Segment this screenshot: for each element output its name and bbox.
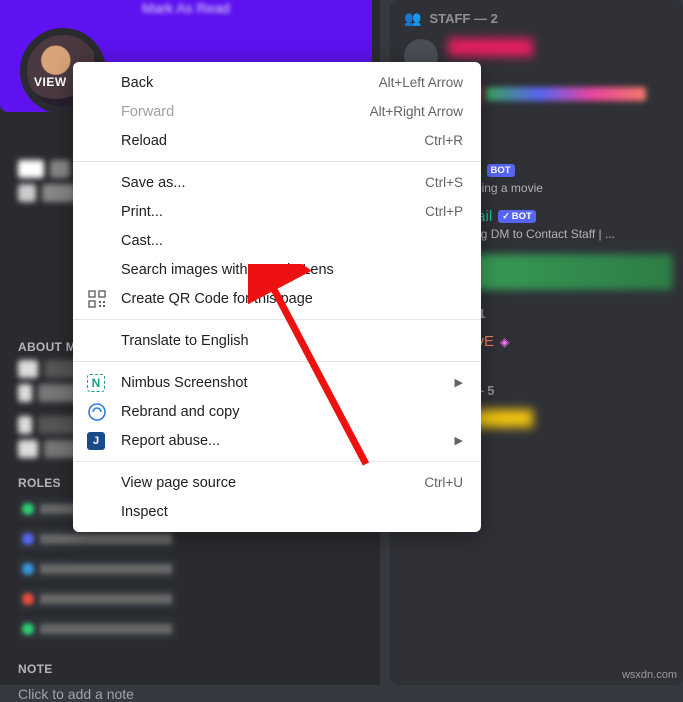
role-chip[interactable] xyxy=(18,618,176,640)
qr-icon xyxy=(87,289,107,309)
shortcut-label: Alt+Right Arrow xyxy=(370,104,463,119)
status-gradient xyxy=(486,87,646,101)
view-profile-chip[interactable]: VIEW xyxy=(34,75,67,89)
watermark: wsxdn.com xyxy=(622,669,677,681)
shortcut-label: Ctrl+R xyxy=(424,133,463,148)
shortcut-label: Ctrl+U xyxy=(424,475,463,490)
ctx-back[interactable]: BackAlt+Left Arrow xyxy=(73,68,481,97)
people-icon: 👥 xyxy=(404,10,421,27)
browser-context-menu: BackAlt+Left Arrow ForwardAlt+Right Arro… xyxy=(73,62,481,532)
ctx-rebrand[interactable]: Rebrand and copy xyxy=(73,397,481,426)
note-input[interactable]: Click to add a note xyxy=(18,686,362,702)
boost-icon: ◈ xyxy=(500,335,509,349)
shortcut-label: Ctrl+P xyxy=(425,204,463,219)
ctx-nimbus-screenshot[interactable]: N Nimbus Screenshot▶ xyxy=(73,368,481,397)
ctx-forward: ForwardAlt+Right Arrow xyxy=(73,97,481,126)
role-chip[interactable] xyxy=(18,588,176,610)
mark-as-read-label[interactable]: Mark As Read xyxy=(142,0,230,16)
shortcut-label: Alt+Left Arrow xyxy=(379,75,463,90)
ctx-translate[interactable]: Translate to English xyxy=(73,326,481,355)
role-chip[interactable] xyxy=(18,558,176,580)
ctx-inspect[interactable]: Inspect xyxy=(73,497,481,526)
ctx-print[interactable]: Print...Ctrl+P xyxy=(73,197,481,226)
separator xyxy=(73,319,481,320)
shortcut-label: Ctrl+S xyxy=(425,175,463,190)
group-label: STAFF — 2 xyxy=(429,11,497,26)
ctx-google-lens[interactable]: Search images with Google Lens xyxy=(73,255,481,284)
ctx-save-as[interactable]: Save as...Ctrl+S xyxy=(73,168,481,197)
separator xyxy=(73,161,481,162)
note-heading: NOTE xyxy=(0,662,380,676)
ctx-reload[interactable]: ReloadCtrl+R xyxy=(73,126,481,155)
rebrand-icon xyxy=(87,402,107,422)
submenu-arrow-icon: ▶ xyxy=(455,434,463,447)
nimbus-icon: N xyxy=(87,374,105,392)
ctx-view-source[interactable]: View page sourceCtrl+U xyxy=(73,468,481,497)
bot-badge: BOT xyxy=(487,164,515,177)
ctx-create-qr[interactable]: Create QR Code for this page xyxy=(73,284,481,313)
verified-bot-badge: BOT xyxy=(498,210,536,223)
separator xyxy=(73,361,481,362)
report-icon: J xyxy=(87,432,105,450)
separator xyxy=(73,461,481,462)
member-name-redacted: ████████ xyxy=(448,39,533,56)
ctx-report-abuse[interactable]: J Report abuse...▶ xyxy=(73,426,481,455)
ctx-cast[interactable]: Cast... xyxy=(73,226,481,255)
submenu-arrow-icon: ▶ xyxy=(455,376,463,389)
group-heading-staff: 👥 STAFF — 2 xyxy=(390,0,683,33)
